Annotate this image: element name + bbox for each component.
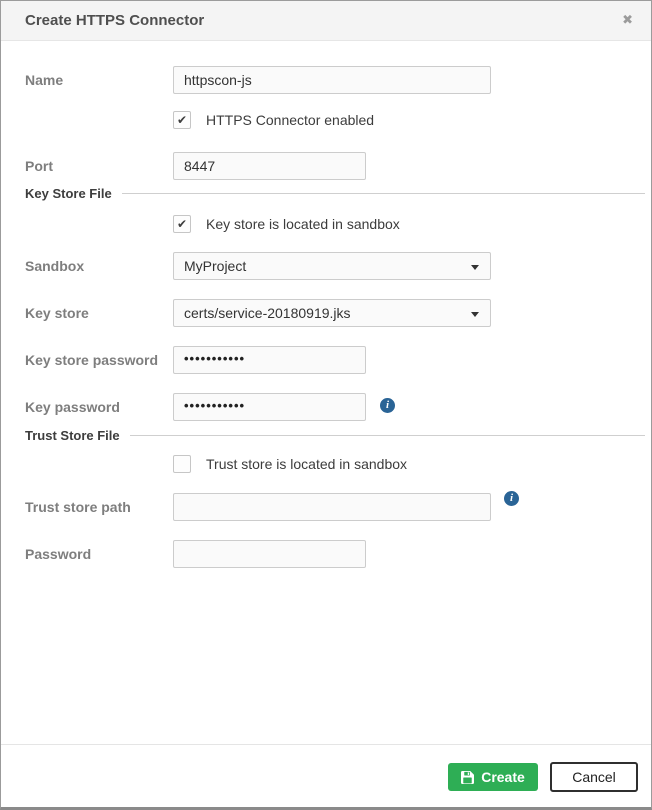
create-https-connector-dialog: Create HTTPS Connector ✖ Name httpscon-j… xyxy=(0,0,652,810)
key-store-file-section-title: Key Store File xyxy=(25,186,112,201)
port-label: Port xyxy=(25,152,170,180)
name-label: Name xyxy=(25,66,170,94)
sandbox-label: Sandbox xyxy=(25,252,170,280)
key-store-label: Key store xyxy=(25,299,170,327)
sandbox-select-value: MyProject xyxy=(184,258,246,274)
key-store-select-value: certs/service-20180919.jks xyxy=(184,305,351,321)
trust-store-sandbox-label: Trust store is located in sandbox xyxy=(206,455,407,474)
caret-down-icon xyxy=(471,312,479,317)
check-icon: ✔ xyxy=(174,112,190,128)
create-button[interactable]: Create xyxy=(448,763,538,791)
info-icon[interactable]: i xyxy=(504,491,519,506)
key-store-sandbox-checkbox[interactable]: ✔ xyxy=(173,215,191,233)
cancel-button[interactable]: Cancel xyxy=(550,762,638,792)
key-password-input[interactable]: ••••••••••• xyxy=(173,393,366,421)
key-store-select[interactable]: certs/service-20180919.jks xyxy=(173,299,491,327)
sandbox-select[interactable]: MyProject xyxy=(173,252,491,280)
section-divider xyxy=(130,435,645,436)
trust-store-file-section-title: Trust Store File xyxy=(25,428,120,443)
key-store-password-input[interactable]: ••••••••••• xyxy=(173,346,366,374)
dialog-title: Create HTTPS Connector xyxy=(25,12,204,29)
port-input[interactable]: 8447 xyxy=(173,152,366,180)
trust-store-sandbox-checkbox[interactable]: ✔ xyxy=(173,455,191,473)
trust-password-input[interactable] xyxy=(173,540,366,568)
https-enabled-checkbox[interactable]: ✔ xyxy=(173,111,191,129)
key-store-file-section: Key Store File xyxy=(25,185,645,201)
key-store-sandbox-label: Key store is located in sandbox xyxy=(206,215,400,234)
name-input[interactable]: httpscon-js xyxy=(173,66,491,94)
close-icon[interactable]: ✖ xyxy=(622,12,633,28)
section-divider xyxy=(122,193,645,194)
trust-store-path-label: Trust store path xyxy=(25,493,170,521)
trust-store-path-input[interactable] xyxy=(173,493,491,521)
key-password-label: Key password xyxy=(25,393,170,421)
https-enabled-label: HTTPS Connector enabled xyxy=(206,111,374,130)
check-icon: ✔ xyxy=(174,216,190,232)
dialog-header: Create HTTPS Connector ✖ xyxy=(1,1,651,41)
create-button-label: Create xyxy=(481,769,525,785)
caret-down-icon xyxy=(471,265,479,270)
trust-password-label: Password xyxy=(25,540,170,568)
save-icon xyxy=(461,771,474,784)
trust-store-file-section: Trust Store File xyxy=(25,427,645,443)
key-store-password-label: Key store password xyxy=(25,346,170,374)
info-icon[interactable]: i xyxy=(380,398,395,413)
